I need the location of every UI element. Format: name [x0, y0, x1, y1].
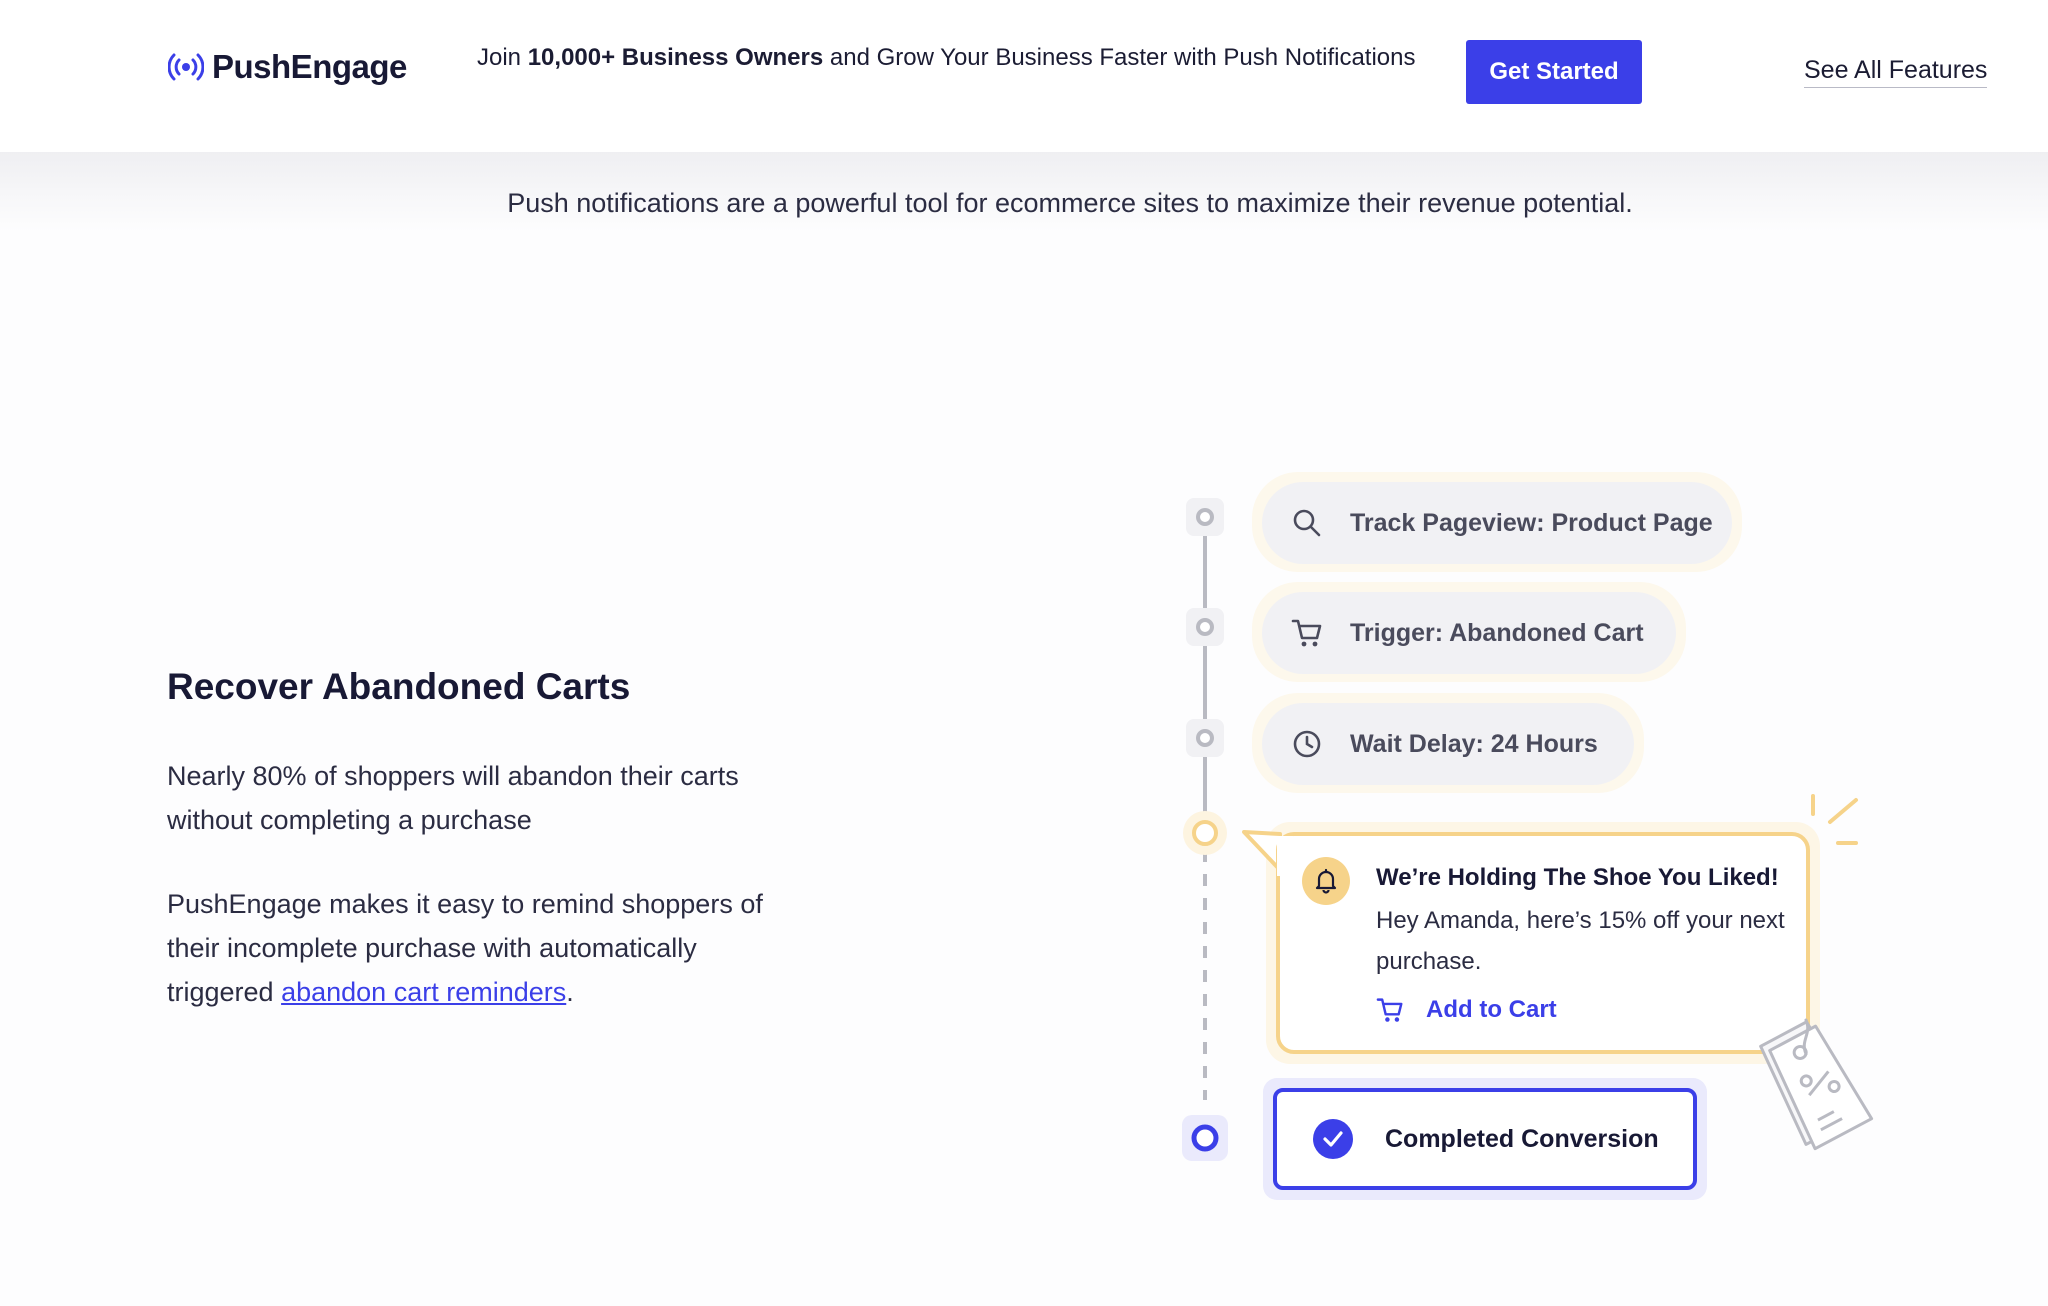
discount-tag-icon	[1759, 1018, 1874, 1151]
